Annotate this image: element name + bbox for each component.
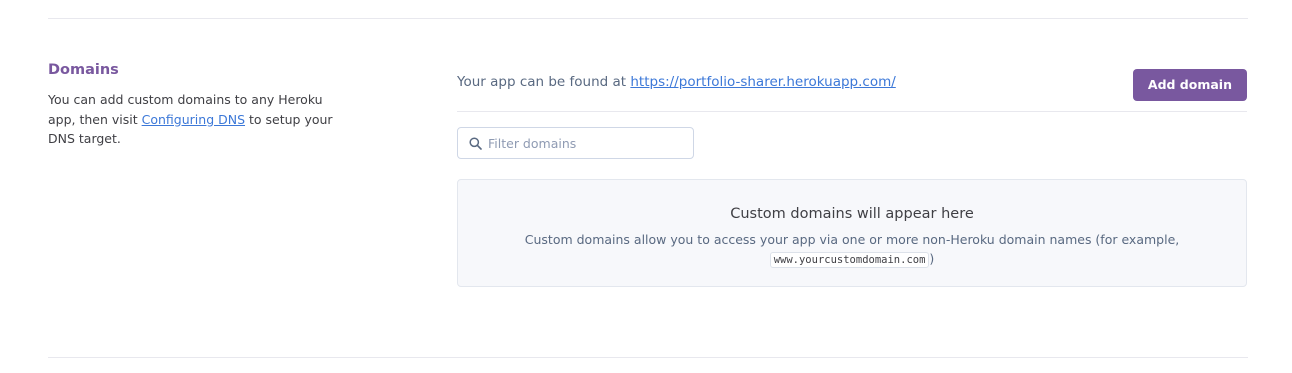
section-title: Domains	[48, 62, 119, 78]
section-info: Domains You can add custom domains to an…	[48, 60, 338, 149]
empty-state-description: Custom domains allow you to access your …	[522, 230, 1182, 270]
empty-state: Custom domains will appear here Custom d…	[457, 179, 1247, 287]
add-domain-button[interactable]: Add domain	[1132, 69, 1247, 101]
app-url-prefix: Your app can be found at	[457, 74, 631, 90]
empty-state-text: Custom domains allow you to access your …	[524, 232, 1180, 247]
domains-settings-page: Domains You can add custom domains to an…	[0, 0, 1292, 373]
domains-panel: Your app can be found at https://portfol…	[457, 68, 1247, 101]
bottom-divider	[48, 357, 1248, 358]
empty-state-title: Custom domains will appear here	[730, 206, 974, 222]
filter-domains-field[interactable]	[457, 127, 694, 159]
app-url-text: Your app can be found at https://portfol…	[457, 74, 896, 90]
search-icon	[469, 137, 482, 150]
app-url-row: Your app can be found at https://portfol…	[457, 68, 1247, 101]
section-description: You can add custom domains to any Heroku…	[48, 90, 338, 149]
app-url-link[interactable]: https://portfolio-sharer.herokuapp.com/	[630, 74, 895, 90]
example-domain-code: www.yourcustomdomain.com	[769, 252, 930, 268]
top-divider	[48, 18, 1248, 19]
filter-domains-input[interactable]	[488, 128, 688, 158]
empty-state-closing: )	[929, 251, 935, 266]
configuring-dns-link[interactable]: Configuring DNS	[142, 112, 245, 127]
row-divider	[457, 111, 1247, 112]
